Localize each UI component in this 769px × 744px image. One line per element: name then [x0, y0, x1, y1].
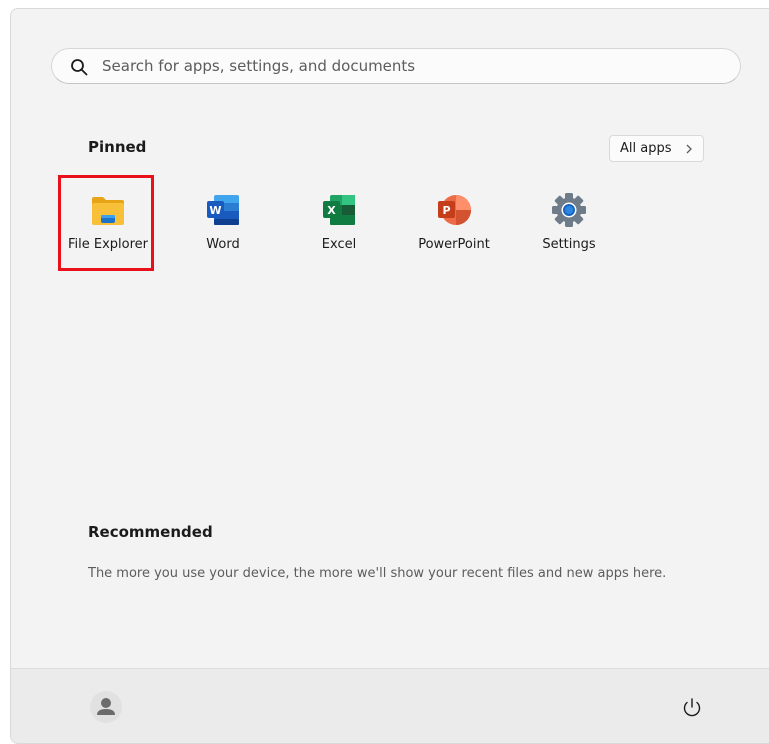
power-button[interactable] [679, 695, 705, 721]
start-menu: Pinned All apps File Explorer W Word [10, 8, 769, 744]
recommended-empty-text: The more you use your device, the more w… [88, 566, 667, 581]
svg-text:W: W [209, 204, 221, 217]
powerpoint-icon: P [438, 195, 471, 225]
user-avatar-icon [97, 698, 115, 715]
file-explorer-icon [92, 197, 124, 225]
all-apps-button[interactable]: All apps [609, 135, 704, 162]
pinned-app-excel[interactable]: X Excel [289, 175, 389, 265]
app-label: PowerPoint [418, 237, 490, 252]
all-apps-label: All apps [620, 141, 672, 156]
svg-text:X: X [327, 204, 336, 217]
recommended-section-title: Recommended [88, 523, 213, 541]
pinned-app-powerpoint[interactable]: P PowerPoint [404, 175, 504, 265]
word-icon: W [207, 195, 239, 225]
pinned-section-title: Pinned [88, 138, 147, 156]
search-box[interactable] [51, 48, 741, 84]
pinned-app-file-explorer[interactable]: File Explorer [58, 175, 158, 265]
user-avatar[interactable] [90, 691, 122, 723]
power-icon [683, 698, 701, 717]
chevron-right-icon [686, 144, 692, 154]
excel-icon: X [323, 195, 355, 225]
pinned-app-settings[interactable]: Settings [519, 175, 619, 265]
app-label: Excel [321, 237, 357, 252]
app-label: Word [206, 237, 240, 252]
search-input[interactable] [102, 49, 702, 83]
footer-bar [11, 668, 769, 743]
app-label: File Explorer [67, 237, 148, 252]
pinned-app-word[interactable]: W Word [173, 175, 273, 265]
svg-text:P: P [442, 204, 450, 217]
settings-gear-icon [552, 193, 586, 227]
search-icon [71, 59, 88, 76]
app-label: Settings [542, 237, 596, 252]
